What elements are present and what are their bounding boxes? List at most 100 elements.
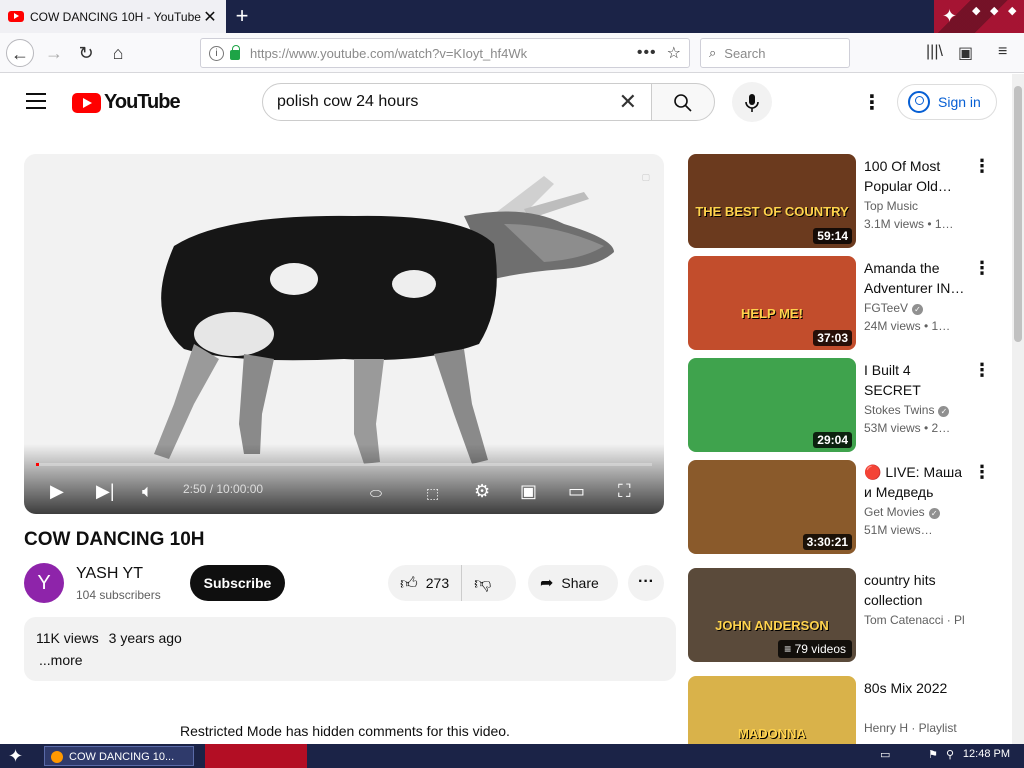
volume-icon[interactable]: 🔈︎ xyxy=(142,481,153,502)
taskbar-window-button[interactable]: COW DANCING 10... xyxy=(44,746,194,766)
keyboard-tray-icon[interactable]: ▭ xyxy=(880,748,890,761)
thumbs-up-icon: 👍︎ xyxy=(400,573,418,593)
more-actions-button[interactable]: ··· xyxy=(628,565,664,601)
recommendation-channel[interactable]: FGTeeV ✓ xyxy=(864,301,924,315)
subscribe-button[interactable]: Subscribe xyxy=(190,565,285,601)
recommendation-item[interactable]: HELP ME! 37:03 Amanda the Adventurer IN… FG… xyxy=(688,256,1008,350)
youtube-play-icon xyxy=(72,92,101,113)
close-window-button[interactable]: ◆ xyxy=(1008,4,1016,17)
search-query[interactable]: polish cow 24 hours xyxy=(277,93,619,111)
channel-name[interactable]: YASH YT xyxy=(76,565,143,583)
taskbar-clock: 12:48 PM xyxy=(962,748,1010,760)
youtube-search-button[interactable] xyxy=(651,83,715,121)
play-icon[interactable]: ▶ xyxy=(50,481,64,502)
progress-bar[interactable] xyxy=(36,463,652,466)
thumbnail-caption: JOHN ANDERSON xyxy=(715,618,829,633)
description-box[interactable]: 11K views 3 years ago ...more xyxy=(24,617,676,681)
show-more-link[interactable]: ...more xyxy=(39,652,664,668)
next-icon[interactable]: ▶| xyxy=(96,481,115,502)
network-tray-icon[interactable]: ⚑ xyxy=(928,748,938,761)
scrollbar-thumb[interactable] xyxy=(1014,86,1022,342)
youtube-search-input[interactable]: polish cow 24 hours ✕ xyxy=(262,83,652,121)
recommendation-channel[interactable]: Get Movies ✓ xyxy=(864,505,940,519)
search-icon xyxy=(674,94,692,112)
page-scrollbar[interactable] xyxy=(1012,74,1024,744)
page-actions-icon[interactable]: ••• xyxy=(637,44,657,62)
recommendation-views: 51M views… xyxy=(864,523,933,537)
video-player[interactable]: ▢ ▶ ▶| 🔈︎ 2:50 / 10:00:00 ⬭ ⬚ ⚙ ▣ ▭ ⛶ xyxy=(24,154,664,514)
recommendation-menu-icon[interactable]: ⋮ xyxy=(973,156,991,177)
back-button[interactable]: ← xyxy=(6,39,34,67)
recommendation-thumbnail[interactable]: JOHN ANDERSON ≡ 79 videos xyxy=(688,568,856,662)
channel-avatar[interactable]: Y xyxy=(24,563,64,603)
youtube-logo[interactable]: YouTube xyxy=(72,91,181,114)
recommendation-title[interactable]: country hits collection xyxy=(864,570,968,610)
recommendation-item[interactable]: 3:30:21 🔴 LIVE: Маша и Медведь 🌟… Get Movi… xyxy=(688,460,1008,554)
settings-kebab-icon[interactable]: ⋮ xyxy=(862,90,882,115)
recommendation-title[interactable]: 🔴 LIVE: Маша и Медведь 🌟… xyxy=(864,462,968,502)
share-button[interactable]: ➦ Share xyxy=(528,565,618,601)
browser-tab-bar: COW DANCING 10H - YouTube ✕ + ✦ ◆ ◆ ◆ xyxy=(0,0,1024,33)
recommendation-thumbnail[interactable]: HELP ME! 37:03 xyxy=(688,256,856,350)
minimize-button[interactable]: ◆ xyxy=(972,4,980,17)
recommendation-item[interactable]: 29:04 I Built 4 SECRET Room… Stokes Twins✓… xyxy=(688,358,1008,452)
theater-mode-icon[interactable]: ▭ xyxy=(568,481,585,502)
recommendation-title[interactable]: Amanda the Adventurer IN… xyxy=(864,258,968,298)
star-icon: ✦ xyxy=(942,6,958,26)
reload-button[interactable]: ↻ xyxy=(72,39,100,67)
logo-text: YouTube xyxy=(104,91,181,113)
time-display: 2:50 / 10:00:00 xyxy=(183,482,264,496)
library-icon[interactable]: |||\ xyxy=(926,43,943,61)
recommendation-menu-icon[interactable]: ⋮ xyxy=(973,462,991,483)
recommendation-item[interactable]: THE BEST OF COUNTRY 59:14 100 Of Most Popu… xyxy=(688,154,1008,248)
miniplayer-icon[interactable]: ▣ xyxy=(520,481,537,502)
subscriber-count: 104 subscribers xyxy=(76,588,161,602)
sign-in-button[interactable]: Sign in xyxy=(897,84,997,120)
close-tab-icon[interactable]: ✕ xyxy=(202,7,218,27)
recommendation-channel[interactable]: Top Music xyxy=(864,199,918,213)
autoplay-toggle[interactable]: ⬭ xyxy=(370,485,382,502)
search-icon: ⌕ xyxy=(709,45,717,60)
maximize-button[interactable]: ◆ xyxy=(990,4,998,17)
browser-search-field[interactable]: ⌕ Search xyxy=(700,38,850,68)
bookmark-star-icon[interactable]: ☆ xyxy=(667,43,681,63)
settings-gear-icon[interactable]: ⚙ xyxy=(474,481,490,502)
thumbnail-caption: HELP ME! xyxy=(741,306,803,321)
recommendation-channel[interactable]: Stokes Twins ✓ xyxy=(864,403,950,417)
voice-search-button[interactable] xyxy=(732,82,772,122)
subtitles-icon[interactable]: ⬚ xyxy=(426,485,439,502)
recommendation-views: 53M views • 2… xyxy=(864,421,951,435)
recommendation-thumbnail[interactable]: THE BEST OF COUNTRY 59:14 xyxy=(688,154,856,248)
start-star-icon[interactable]: ✦ xyxy=(8,746,23,767)
like-dislike-group: 👍︎ 273 👎︎ xyxy=(388,565,516,601)
url-text[interactable]: https://www.youtube.com/watch?v=KIoyt_hf… xyxy=(250,46,637,61)
info-icon[interactable]: i xyxy=(209,45,224,61)
recommendation-menu-icon[interactable]: ⋮ xyxy=(973,258,991,279)
recommendation-menu-icon[interactable]: ⋮ xyxy=(973,360,991,381)
fullscreen-icon[interactable]: ⛶ xyxy=(618,481,631,502)
recommendation-channel[interactable]: Henry H · Playlist xyxy=(864,721,957,735)
guide-menu-icon[interactable] xyxy=(26,93,46,109)
recommendation-title[interactable]: I Built 4 SECRET Room… xyxy=(864,360,968,400)
dislike-button[interactable]: 👎︎ xyxy=(462,573,503,594)
recommendation-title[interactable]: 80s Mix 2022 xyxy=(864,678,968,698)
recommendation-title[interactable]: 100 Of Most Popular Old… xyxy=(864,156,968,196)
sidebar-icon[interactable]: ▣ xyxy=(958,43,973,63)
like-button[interactable]: 👍︎ 273 xyxy=(388,565,463,601)
forward-button[interactable]: → xyxy=(40,39,68,67)
new-tab-button[interactable]: + xyxy=(230,4,254,28)
lock-icon xyxy=(230,45,240,60)
address-bar[interactable]: i https://www.youtube.com/watch?v=KIoyt_… xyxy=(200,38,690,68)
recommendation-item[interactable]: JOHN ANDERSON ≡ 79 videos country hits col… xyxy=(688,568,1008,662)
recommendation-thumbnail[interactable]: 29:04 xyxy=(688,358,856,452)
browser-tab[interactable]: COW DANCING 10H - YouTube ✕ xyxy=(0,0,226,33)
search-tray-icon[interactable]: ⚲ xyxy=(946,748,954,761)
recommendation-thumbnail[interactable]: 3:30:21 xyxy=(688,460,856,554)
clear-search-icon[interactable]: ✕ xyxy=(619,89,637,115)
recommendation-channel[interactable]: Tom Catenacci · Pl xyxy=(864,613,965,627)
thumbnail-caption: THE BEST OF COUNTRY xyxy=(695,204,849,219)
home-button[interactable]: ⌂ xyxy=(104,39,132,67)
video-title: COW DANCING 10H xyxy=(24,529,205,550)
hamburger-menu-icon[interactable]: ≡ xyxy=(998,43,1007,61)
verified-check-icon: ✓ xyxy=(912,304,924,315)
